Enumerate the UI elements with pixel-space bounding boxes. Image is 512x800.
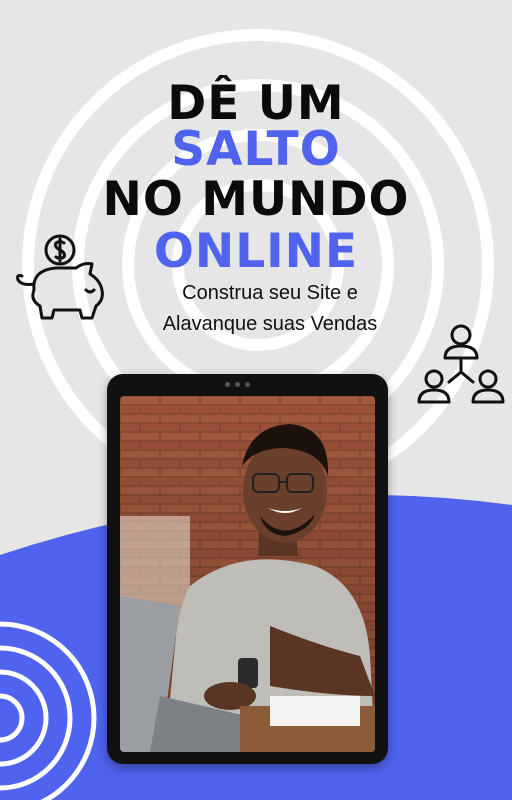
piggy-bank-icon xyxy=(16,234,104,320)
tablet-device xyxy=(107,374,388,764)
photo-man-on-laptop xyxy=(120,396,375,752)
poster: DÊ UM SALTO NO MUNDO ONLINE Construa seu… xyxy=(0,0,512,800)
tablet-camera xyxy=(235,382,240,387)
tablet-screen-photo xyxy=(120,396,375,752)
headline-line-3: NO MUNDO xyxy=(102,172,410,227)
headline-line-1: DÊ UM xyxy=(167,76,345,131)
subtitle-line-1: Construa seu Site e xyxy=(182,282,358,304)
subtitle-line-2: Alavanque suas Vendas xyxy=(162,313,378,335)
people-network-icon xyxy=(417,324,505,404)
headline-line-2: SALTO xyxy=(171,122,341,177)
tablet-camera xyxy=(225,382,230,387)
tablet-camera xyxy=(245,382,250,387)
